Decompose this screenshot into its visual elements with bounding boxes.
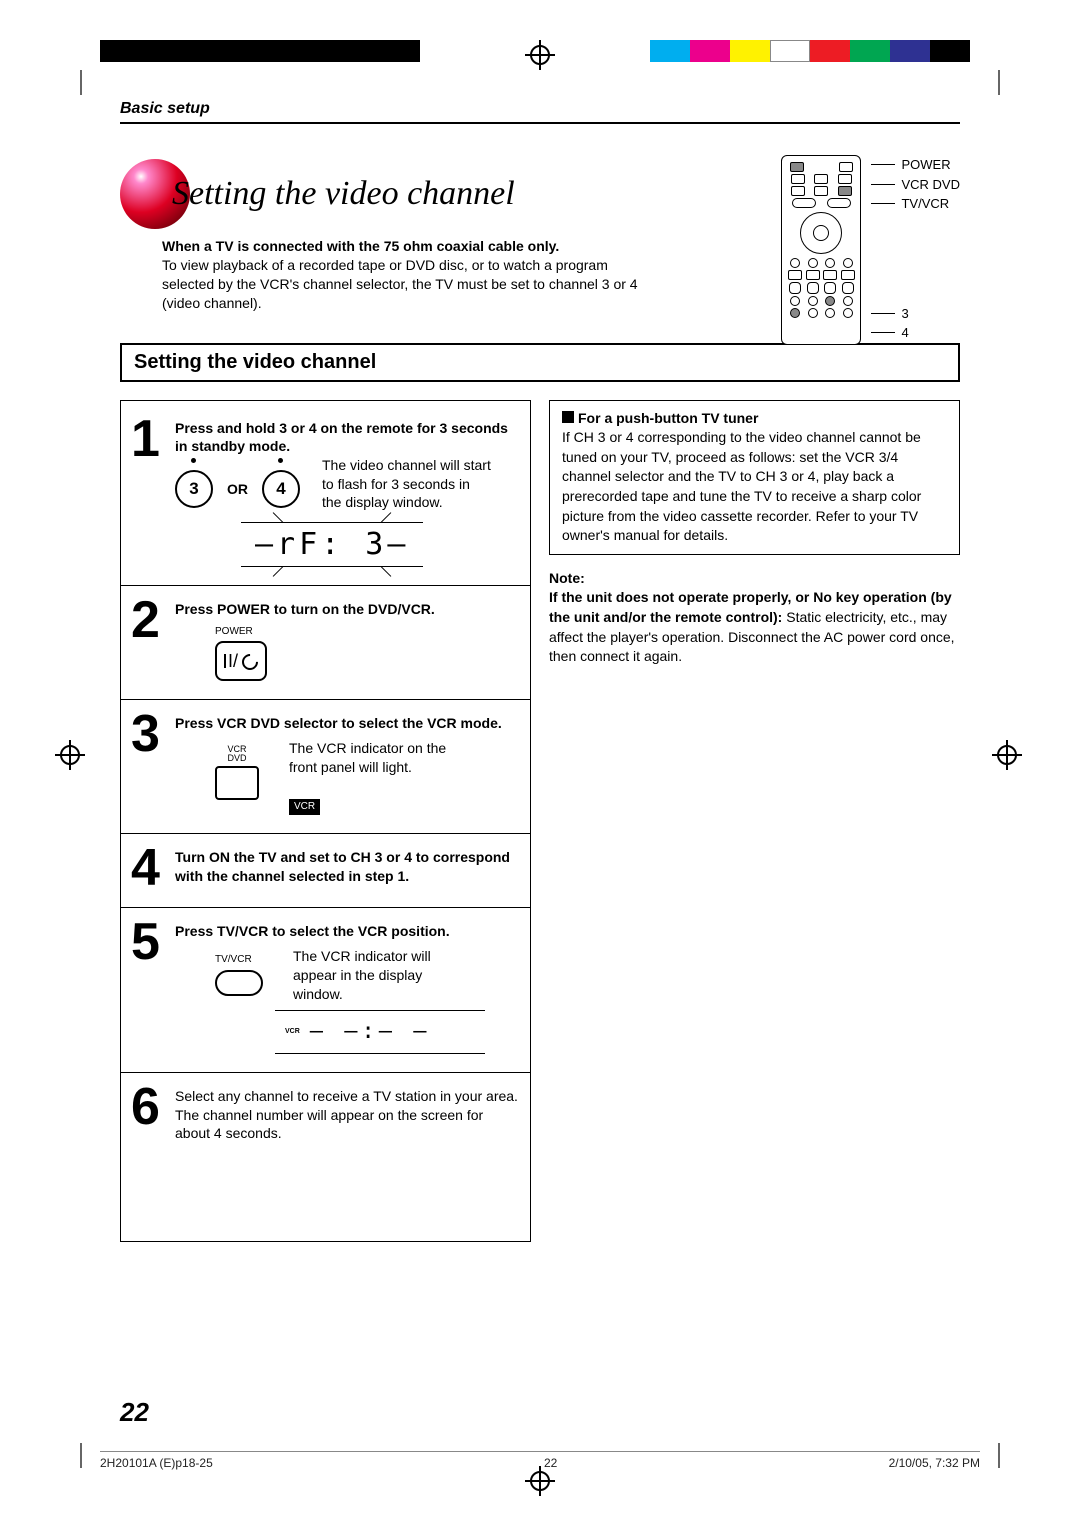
step-number-2: 2 xyxy=(131,600,165,680)
remote-button-3[interactable]: 3 xyxy=(175,470,213,508)
power-button-label: POWER xyxy=(215,625,253,639)
step-divider xyxy=(121,833,530,834)
display-dashes: – –:– – xyxy=(310,1017,431,1047)
display-vcr-tag: VCR xyxy=(285,1027,300,1036)
page-number: 22 xyxy=(120,1397,149,1428)
power-icon xyxy=(238,649,258,673)
step-number-1: 1 xyxy=(131,419,165,515)
registration-mark-top xyxy=(0,40,1080,70)
step-number-3: 3 xyxy=(131,714,165,815)
vcrdvd-selector-button[interactable] xyxy=(215,766,259,800)
vcr-indicator-badge: VCR xyxy=(289,799,320,815)
tvvcr-button[interactable] xyxy=(215,970,263,996)
remote-label-3: 3 xyxy=(901,304,908,324)
tvvcr-button-label: TV/VCR xyxy=(215,953,263,967)
remote-diagram xyxy=(781,155,861,345)
step1-caption: The video channel will start to flash fo… xyxy=(322,456,492,511)
section-header: Basic setup xyxy=(120,100,960,118)
tuner-body: If CH 3 or 4 corresponding to the video … xyxy=(562,429,921,543)
registration-mark-bottom xyxy=(525,1466,555,1496)
step-divider xyxy=(121,1072,530,1073)
step-divider xyxy=(121,585,530,586)
remote-label-vcrdvd: VCR DVD xyxy=(901,175,960,195)
section-rule xyxy=(120,122,960,124)
remote-label-power: POWER xyxy=(901,155,950,175)
display-readout-rf3: –rF: 3– xyxy=(241,522,423,567)
intro-text: When a TV is connected with the 75 ohm c… xyxy=(162,237,642,313)
power-button[interactable]: I/ xyxy=(215,641,267,681)
vcrdvd-button-label-bot: DVD xyxy=(215,754,259,763)
section-box-heading: Setting the video channel xyxy=(120,343,960,382)
display-readout-dashes: VCR – –:– – xyxy=(275,1010,485,1054)
remote-button-4[interactable]: 4 xyxy=(262,470,300,508)
step1-text: Press and hold 3 or 4 on the remote for … xyxy=(175,420,508,455)
remote-label-tvvcr: TV/VCR xyxy=(901,194,949,214)
or-label: OR xyxy=(227,480,248,499)
step-divider xyxy=(121,699,530,700)
registration-mark-left xyxy=(55,740,85,770)
step2-text: Press POWER to turn on the DVD/VCR. xyxy=(175,601,435,617)
step4-text: Turn ON the TV and set to CH 3 or 4 to c… xyxy=(175,849,510,884)
remote-label-4: 4 xyxy=(901,323,908,343)
registration-mark-right xyxy=(992,740,1022,770)
step5-caption: The VCR indicator will appear in the dis… xyxy=(293,947,453,1004)
tuner-info-box: For a push-button TV tuner If CH 3 or 4 … xyxy=(549,400,960,555)
tuner-heading: For a push-button TV tuner xyxy=(578,410,758,426)
step5-text: Press TV/VCR to select the VCR position. xyxy=(175,923,450,939)
step3-caption: The VCR indicator on the front panel wil… xyxy=(289,740,446,775)
intro-body: To view playback of a recorded tape or D… xyxy=(162,257,638,311)
step-divider xyxy=(121,907,530,908)
step6-text: Select any channel to receive a TV stati… xyxy=(175,1088,518,1142)
remote-labels: POWER VCR DVD TV/VCR 3 4 xyxy=(871,155,960,345)
note-block: Note: If the unit does not operate prope… xyxy=(549,569,960,667)
step-number-5: 5 xyxy=(131,922,165,1053)
note-heading: Note: xyxy=(549,570,585,586)
square-bullet-icon xyxy=(562,411,574,423)
step-number-6: 6 xyxy=(131,1087,165,1144)
steps-box: 1 Press and hold 3 or 4 on the remote fo… xyxy=(120,400,531,1243)
step-number-4: 4 xyxy=(131,848,165,890)
step3-text: Press VCR DVD selector to select the VCR… xyxy=(175,715,502,731)
intro-bold: When a TV is connected with the 75 ohm c… xyxy=(162,238,559,254)
power-symbol-text: I/ xyxy=(228,649,238,673)
page-title: Setting the video channel xyxy=(172,175,515,213)
trim-marks-top xyxy=(80,70,1000,100)
